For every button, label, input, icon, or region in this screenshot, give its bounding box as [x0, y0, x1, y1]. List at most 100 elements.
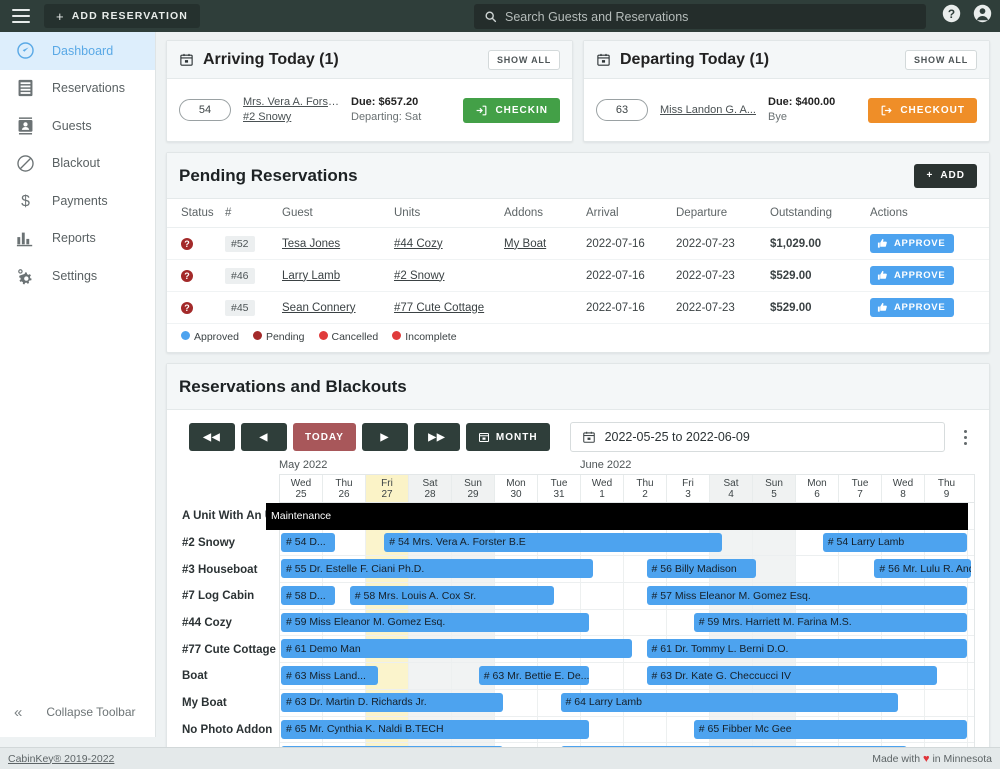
approve-button[interactable]: APPROVE: [870, 234, 954, 253]
sidebar-item-payments[interactable]: $ Payments: [0, 182, 155, 220]
calendar-reservation-bar[interactable]: # 65 Mr. Cynthia K. Naldi B.TECH: [281, 720, 589, 739]
guest-link[interactable]: Sean Connery: [282, 302, 356, 314]
help-icon[interactable]: ?: [942, 4, 961, 23]
calendar-reservation-bar[interactable]: # 59 Miss Eleanor M. Gomez Esq.: [281, 613, 589, 632]
status-badge-pending: ?: [181, 270, 193, 282]
pending-reservations-card: Pending Reservations + ADD Status # Gues…: [166, 152, 990, 353]
calendar-reservation-bar[interactable]: # 61 Demo Man: [281, 639, 632, 658]
cell-guest: Tesa Jones: [282, 228, 394, 260]
calendar-reservation-bar[interactable]: # 55 Dr. Estelle F. Ciani Ph.D.: [281, 559, 593, 578]
calendar-reservation-bar[interactable]: # 65 Fibber Mc Gee: [694, 720, 967, 739]
prev-button[interactable]: ◀: [241, 423, 287, 451]
calendar-unit-label: My Boat: [182, 690, 278, 717]
cell-departure: 2022-07-23: [676, 260, 770, 292]
calendar-reservation-bar[interactable]: # 61 Dr. Tommy L. Berni D.O.: [647, 639, 968, 658]
calendar-reservation-bar[interactable]: # 56 Mr. Lulu R. Andr: [874, 559, 971, 578]
approve-label: APPROVE: [894, 270, 945, 281]
calendar-reservation-bar[interactable]: # 59 Mrs. Harriett M. Farina M.S.: [694, 613, 967, 632]
cell-addon: [504, 292, 586, 324]
calendar-reservation-bar[interactable]: # 58 D...: [281, 586, 335, 605]
calendar-day-header: Wed25: [280, 475, 323, 502]
search-input[interactable]: Search Guests and Reservations: [474, 4, 926, 29]
calendar-reservation-bar[interactable]: # 56 Billy Madison: [647, 559, 757, 578]
calendar-reservation-bar[interactable]: # 57 Miss Eleanor M. Gomez Esq.: [647, 586, 968, 605]
collapse-toolbar-button[interactable]: « Collapse Toolbar: [0, 697, 156, 727]
calendar-unit-row: #7 Log Cabin# 58 D...# 58 Mrs. Louis A. …: [280, 583, 974, 610]
view-month-button[interactable]: MONTH: [466, 423, 550, 451]
today-cards-row: Arriving Today (1) SHOW ALL 54 Mrs. Vera…: [166, 40, 990, 142]
pending-title: Pending Reservations: [179, 166, 358, 186]
arriving-today-card: Arriving Today (1) SHOW ALL 54 Mrs. Vera…: [166, 40, 573, 142]
calendar-unit-label: No Photo Addon: [182, 717, 278, 744]
table-header-row: Status # Guest Units Addons Arrival Depa…: [167, 199, 989, 228]
calendar-reservation-bar[interactable]: # 54 D...: [281, 533, 335, 552]
checkout-button[interactable]: CHECKOUT: [868, 98, 977, 123]
dashboard-icon: [14, 40, 36, 62]
account-icon[interactable]: [973, 4, 992, 23]
next-button[interactable]: ▶: [362, 423, 408, 451]
collapse-toolbar-label: Collapse Toolbar: [46, 705, 135, 719]
legend-item-pending: Pending: [253, 331, 305, 343]
sidebar-item-dashboard[interactable]: Dashboard: [0, 32, 155, 70]
table-row[interactable]: ? #45 Sean Connery #77 Cute Cottage 2022…: [167, 292, 989, 324]
col-arrival: Arrival: [586, 199, 676, 228]
calendar-reservation-bar[interactable]: # 54 Larry Lamb: [823, 533, 967, 552]
add-reservation-small-button[interactable]: + ADD: [914, 164, 977, 188]
brand-link[interactable]: CabinKey® 2019-2022: [8, 753, 114, 765]
calendar-reservation-bar[interactable]: # 64 Larry Lamb: [561, 693, 899, 712]
guest-link[interactable]: Tesa Jones: [282, 238, 340, 250]
next-fast-button[interactable]: ▶▶: [414, 423, 460, 451]
cell-guest: Sean Connery: [282, 292, 394, 324]
col-departure: Departure: [676, 199, 770, 228]
sidebar-item-reports[interactable]: Reports: [0, 220, 155, 258]
calendar-reservation-bar[interactable]: # 63 Dr. Kate G. Checcucci IV: [647, 666, 937, 685]
sidebar-item-reservations[interactable]: Reservations: [0, 70, 155, 108]
calendar-reservation-bar[interactable]: # 54 Mrs. Vera A. Forster B.E: [384, 533, 722, 552]
unit-link[interactable]: #44 Cozy: [394, 238, 443, 250]
departing-guest-link[interactable]: Miss Landon G. A...: [660, 103, 756, 118]
calendar-unit-label: #77 Cute Cottage: [182, 636, 278, 663]
departing-bye-text: Bye: [768, 110, 835, 125]
arriving-guest-col: Mrs. Vera A. Forste... #2 Snowy: [243, 95, 339, 125]
approve-button[interactable]: APPROVE: [870, 298, 954, 317]
sidebar-item-settings[interactable]: Settings: [0, 257, 155, 295]
table-row[interactable]: ? #52 Tesa Jones #44 Cozy My Boat 2022-0…: [167, 228, 989, 260]
calendar-reservation-bar[interactable]: # 63 Dr. Martin D. Richards Jr.: [281, 693, 503, 712]
calendar-blackout-bar[interactable]: Maintenance: [266, 503, 968, 530]
checkin-label: CHECKIN: [495, 105, 548, 116]
addon-link[interactable]: My Boat: [504, 238, 546, 250]
arriving-unit-link[interactable]: #2 Snowy: [243, 110, 339, 125]
guest-link[interactable]: Larry Lamb: [282, 270, 340, 282]
calendar-reservation-bar[interactable]: # 58 Mrs. Louis A. Cox Sr.: [350, 586, 554, 605]
col-addons: Addons: [504, 199, 586, 228]
calendar-reservation-bar[interactable]: # 63 Mr. Bettie E. De...: [479, 666, 589, 685]
sidebar-item-guests[interactable]: Guests: [0, 107, 155, 145]
unit-link[interactable]: #2 Snowy: [394, 270, 445, 282]
arriving-guest-link[interactable]: Mrs. Vera A. Forste...: [243, 95, 339, 110]
departing-show-all-button[interactable]: SHOW ALL: [905, 50, 977, 70]
pending-card-header: Pending Reservations + ADD: [167, 153, 989, 199]
calendar-reservation-bar[interactable]: # 63 Miss Land...: [281, 666, 378, 685]
table-row[interactable]: ? #46 Larry Lamb #2 Snowy 2022-07-16 202…: [167, 260, 989, 292]
arriving-show-all-button[interactable]: SHOW ALL: [488, 50, 560, 70]
menu-icon[interactable]: [8, 4, 34, 28]
payments-dollar-icon: $: [14, 190, 36, 212]
calendar-unit-row: No Photo Addon# 65 Mr. Cynthia K. Naldi …: [280, 717, 974, 744]
calendar-unit-label: #2 Snowy: [182, 530, 278, 557]
made-with-prefix: Made with: [872, 753, 920, 765]
add-reservation-button[interactable]: + ADD RESERVATION: [44, 4, 200, 28]
today-button[interactable]: TODAY: [293, 423, 356, 451]
calendar-toolbar: ◀◀ ◀ TODAY ▶ ▶▶ MONTH: [167, 410, 989, 458]
prev-fast-button[interactable]: ◀◀: [189, 423, 235, 451]
date-range-input[interactable]: 2022-05-25 to 2022-06-09: [570, 422, 945, 452]
more-vertical-icon[interactable]: [955, 430, 975, 445]
calendar-card-header: Reservations and Blackouts: [167, 364, 989, 410]
approve-button[interactable]: APPROVE: [870, 266, 954, 285]
sidebar-item-blackout[interactable]: Blackout: [0, 145, 155, 183]
calendar-day-header: Wed8: [882, 475, 925, 502]
plus-icon: +: [926, 170, 933, 181]
unit-link[interactable]: #77 Cute Cottage: [394, 302, 484, 314]
calendar-day-header: Mon6: [796, 475, 839, 502]
cell-status: ?: [167, 292, 225, 324]
checkin-button[interactable]: CHECKIN: [463, 98, 560, 123]
